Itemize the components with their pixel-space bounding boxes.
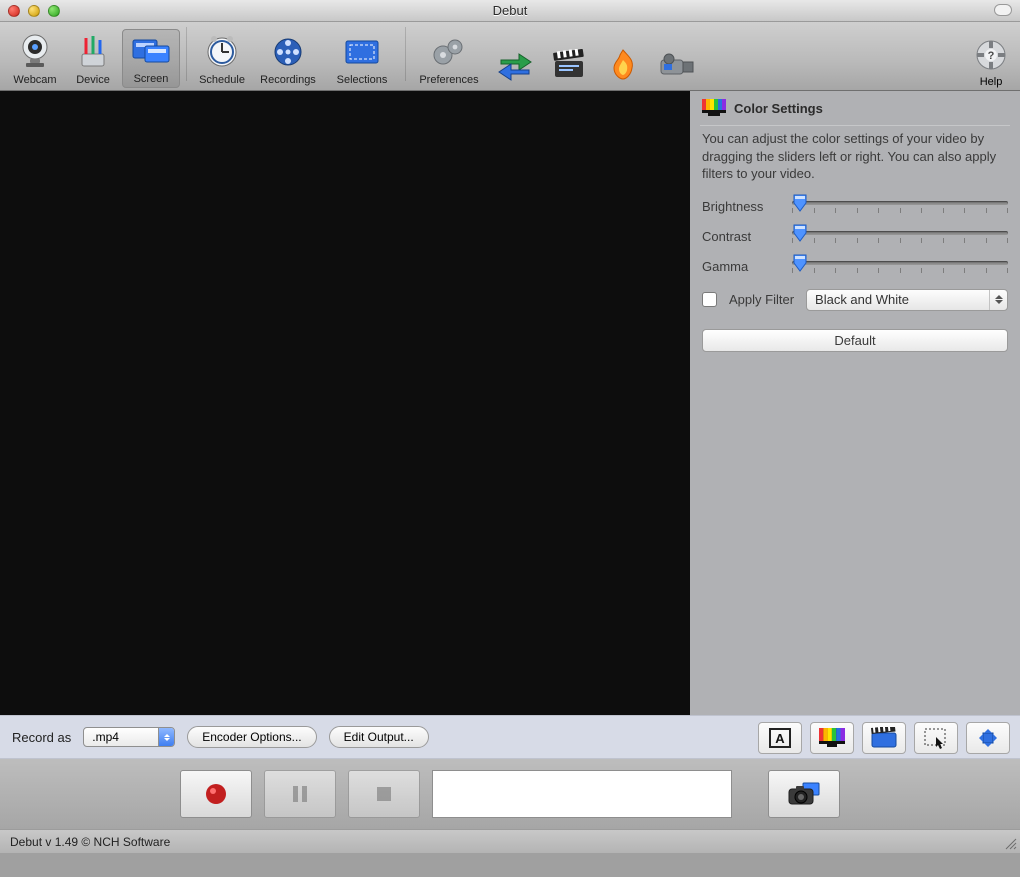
device-icon: [64, 31, 122, 73]
screen-button[interactable]: Screen: [122, 29, 180, 88]
edit-output-label: Edit Output...: [344, 730, 414, 744]
contrast-label: Contrast: [702, 229, 782, 244]
slider-thumb-icon[interactable]: [792, 254, 808, 270]
text-overlay-button[interactable]: A: [758, 722, 802, 754]
clapperboard-icon: [548, 44, 590, 86]
recordings-label: Recordings: [251, 74, 325, 86]
record-button[interactable]: [180, 770, 252, 818]
pause-icon: [289, 783, 311, 805]
slider-thumb-icon[interactable]: [792, 194, 808, 210]
help-icon: ?: [974, 34, 1008, 76]
color-settings-button[interactable]: [810, 722, 854, 754]
flame-icon: [602, 44, 644, 86]
schedule-button[interactable]: Schedule: [193, 31, 251, 88]
slider-thumb-icon[interactable]: [792, 224, 808, 240]
filter-select[interactable]: Black and White: [806, 289, 1008, 311]
svg-text:?: ?: [988, 50, 995, 62]
schedule-label: Schedule: [193, 74, 251, 86]
main-toolbar: Webcam Device Screen Schedule Recordings…: [0, 22, 1020, 91]
color-bars-icon: [819, 728, 845, 748]
help-button[interactable]: ? Help: [974, 34, 1008, 88]
record-as-label: Record as: [12, 730, 71, 745]
contrast-slider[interactable]: [792, 227, 1008, 247]
filter-select-value: Black and White: [815, 292, 909, 307]
gears-icon: [412, 31, 486, 73]
selection-rect-icon: [325, 31, 399, 73]
clock-icon: [193, 31, 251, 73]
status-bar: Debut v 1.49 © NCH Software: [0, 829, 1020, 853]
status-text: Debut v 1.49 © NCH Software: [10, 835, 170, 849]
sync-arrows-button[interactable]: [494, 44, 536, 88]
updown-arrows-icon: [158, 728, 174, 746]
snapshot-button[interactable]: [768, 770, 840, 818]
gamma-slider[interactable]: [792, 257, 1008, 277]
effects-button[interactable]: [862, 722, 906, 754]
camcorder-button[interactable]: [656, 44, 698, 88]
screen-label: Screen: [123, 73, 179, 85]
apply-filter-checkbox[interactable]: [702, 292, 717, 307]
burn-button[interactable]: [602, 44, 644, 88]
gamma-label: Gamma: [702, 259, 782, 274]
record-dot-icon: [203, 781, 229, 807]
svg-text:A: A: [775, 731, 785, 746]
toolbar-separator: [186, 27, 187, 81]
marquee-cursor-icon: [923, 727, 949, 749]
recording-controls: [0, 759, 1020, 829]
arrows-swap-icon: [494, 44, 536, 86]
record-options-bar: Record as .mp4 Encoder Options... Edit O…: [0, 715, 1020, 759]
clapper-screen-icon: [870, 727, 898, 749]
help-label: Help: [974, 76, 1008, 88]
brightness-slider[interactable]: [792, 197, 1008, 217]
selections-label: Selections: [325, 74, 399, 86]
resize-tool-button[interactable]: [966, 722, 1010, 754]
selections-button[interactable]: Selections: [325, 31, 399, 88]
updown-arrows-icon: [989, 290, 1007, 310]
pause-button[interactable]: [264, 770, 336, 818]
window-title: Debut: [0, 3, 1020, 18]
clapper-button[interactable]: [548, 44, 590, 88]
video-preview-area: [0, 91, 690, 715]
format-select[interactable]: .mp4: [83, 727, 175, 747]
preferences-button[interactable]: Preferences: [412, 31, 486, 88]
camera-icon: [787, 781, 821, 807]
color-bars-icon: [702, 99, 726, 117]
color-settings-panel: Color Settings You can adjust the color …: [690, 91, 1020, 715]
stop-icon: [374, 784, 394, 804]
edit-output-button[interactable]: Edit Output...: [329, 726, 429, 748]
screen-icon: [123, 30, 179, 72]
toolbar-toggle-pill[interactable]: [994, 4, 1012, 16]
webcam-icon: [6, 31, 64, 73]
selection-tool-button[interactable]: [914, 722, 958, 754]
text-a-icon: A: [769, 728, 791, 748]
format-select-value: .mp4: [92, 730, 119, 744]
color-settings-desc: You can adjust the color settings of you…: [702, 130, 1008, 183]
arrows-out-icon: [975, 727, 1001, 749]
resize-grip-icon[interactable]: [1003, 836, 1017, 850]
preferences-label: Preferences: [412, 74, 486, 86]
webcam-button[interactable]: Webcam: [6, 31, 64, 88]
apply-filter-label: Apply Filter: [729, 292, 794, 307]
device-label: Device: [64, 74, 122, 86]
film-reel-icon: [251, 31, 325, 73]
encoder-options-label: Encoder Options...: [202, 730, 301, 744]
toolbar-separator-2: [405, 27, 406, 81]
brightness-label: Brightness: [702, 199, 782, 214]
encoder-options-button[interactable]: Encoder Options...: [187, 726, 316, 748]
device-button[interactable]: Device: [64, 31, 122, 88]
default-button[interactable]: Default: [702, 329, 1008, 352]
recordings-button[interactable]: Recordings: [251, 31, 325, 88]
webcam-label: Webcam: [6, 74, 64, 86]
color-settings-title: Color Settings: [734, 101, 823, 116]
stop-button[interactable]: [348, 770, 420, 818]
default-button-label: Default: [834, 333, 875, 348]
camcorder-icon: [656, 44, 698, 86]
recording-status-display: [432, 770, 732, 818]
